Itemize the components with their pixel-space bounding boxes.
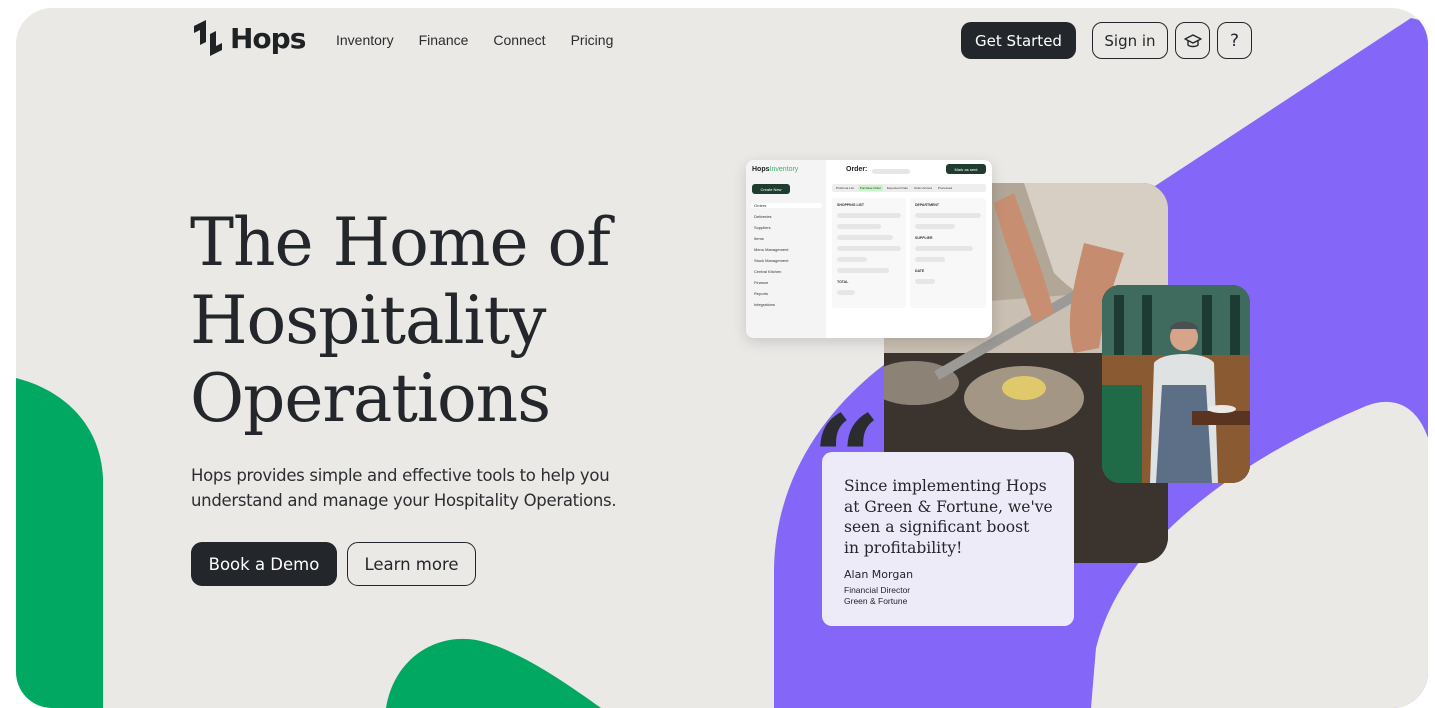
app-tab[interactable]: Order Arrived — [912, 185, 934, 191]
logo[interactable]: Hops — [192, 20, 306, 56]
hops-logo-icon — [194, 20, 222, 56]
hero-subtitle: Hops provides simple and effective tools… — [191, 463, 641, 513]
help-button[interactable]: ? — [1217, 22, 1252, 59]
app-sidebar-item[interactable]: Finance — [754, 280, 768, 285]
quote-line: at Green & Fortune, we've — [844, 497, 1053, 516]
chef-portrait-image — [1102, 285, 1250, 483]
app-shopping-heading: SHOPPING LIST — [837, 203, 865, 207]
testimonial-title: Financial Director — [844, 585, 911, 595]
nav-connect[interactable]: Connect — [493, 32, 545, 48]
learn-more-button[interactable]: Learn more — [347, 542, 476, 586]
hero-title-line: Hospitality — [190, 282, 546, 359]
academy-button[interactable] — [1175, 22, 1210, 59]
book-demo-button[interactable]: Book a Demo — [191, 542, 337, 586]
app-bar — [837, 290, 855, 295]
app-create-button[interactable]: Create New — [752, 184, 790, 194]
get-started-button[interactable]: Get Started — [961, 22, 1076, 59]
testimonial-quote: Since implementing Hops at Green & Fortu… — [844, 476, 1064, 558]
app-sidebar-item[interactable]: Reports — [754, 291, 768, 296]
app-bar — [915, 257, 945, 262]
app-sidebar-item[interactable]: Suppliers — [754, 225, 771, 230]
green-shape-left — [16, 378, 103, 708]
testimonial-name: Alan Morgan — [844, 568, 914, 581]
sign-in-button[interactable]: Sign in — [1092, 22, 1168, 59]
hero-subtitle-line: understand and manage your Hospitality O… — [191, 491, 617, 510]
brand-name: Hops — [230, 21, 306, 55]
main-nav: Inventory Finance Connect Pricing — [336, 32, 613, 48]
hero-title: The Home of Hospitality Operations — [190, 204, 670, 438]
page-frame: Hops Inventory Finance Connect Pricing G… — [16, 8, 1428, 708]
app-bar — [837, 213, 901, 218]
app-total-heading: TOTAL — [837, 280, 849, 284]
app-department-heading: DEPARTMENT — [915, 203, 940, 207]
quote-line: Since implementing Hops — [844, 477, 1047, 495]
chef-portrait-photo — [1102, 285, 1250, 483]
app-sidebar-item[interactable]: Deliveries — [754, 214, 772, 219]
app-sidebar-item[interactable]: Stock Management — [754, 258, 788, 263]
app-sidebar-item[interactable]: Items — [754, 236, 764, 241]
nav-pricing[interactable]: Pricing — [571, 32, 614, 48]
app-bar — [837, 224, 881, 229]
app-supplier-heading: SUPPLIER — [915, 236, 933, 240]
hero-subtitle-line: Hops provides simple and effective tools… — [191, 466, 610, 485]
app-tab-active[interactable]: Purchase Order — [857, 185, 884, 191]
quote-line: seen a significant boost — [844, 518, 1030, 536]
app-tab[interactable]: Proforma List — [834, 185, 856, 191]
app-preview: HopsInventory Create New Orders Deliveri… — [746, 160, 992, 338]
app-logo: HopsInventory — [752, 166, 798, 173]
app-bar — [837, 246, 901, 251]
app-bar — [837, 257, 867, 262]
app-bar — [915, 213, 981, 218]
green-shape-bottom — [386, 638, 601, 708]
app-logo-sub: Inventory — [769, 166, 799, 173]
app-bar — [837, 268, 889, 273]
app-bar — [915, 224, 955, 229]
app-sidebar-item[interactable]: Menu Management — [754, 247, 788, 252]
app-order-title: Order: — [846, 166, 868, 173]
app-tab[interactable]: Processed — [936, 185, 954, 191]
app-tab[interactable]: Expected Order — [885, 185, 910, 191]
nav-finance[interactable]: Finance — [419, 32, 469, 48]
hero-title-line: Operations — [190, 360, 551, 437]
app-date-heading: DATE — [915, 269, 925, 273]
app-order-placeholder — [872, 169, 910, 174]
app-mark-sent-button[interactable]: Mark as sent — [946, 164, 986, 174]
testimonial-company: Green & Fortune — [844, 596, 908, 606]
app-sidebar-item[interactable]: Integrations — [754, 302, 775, 307]
app-sidebar-item[interactable]: Orders — [751, 203, 822, 208]
testimonial-role: Financial Director Green & Fortune — [844, 585, 910, 607]
app-bar — [915, 246, 973, 251]
app-sidebar-item[interactable]: Central Kitchen — [754, 269, 781, 274]
app-bar — [837, 235, 893, 240]
app-logo-main: Hops — [752, 166, 770, 173]
app-bar — [915, 279, 935, 284]
graduation-cap-icon — [1183, 33, 1202, 47]
hero-title-line: The Home of — [190, 204, 611, 281]
app-tabs: Proforma List Purchase Order Expected Or… — [832, 184, 986, 192]
quote-line: in profitability! — [844, 538, 963, 557]
nav-inventory[interactable]: Inventory — [336, 32, 394, 48]
